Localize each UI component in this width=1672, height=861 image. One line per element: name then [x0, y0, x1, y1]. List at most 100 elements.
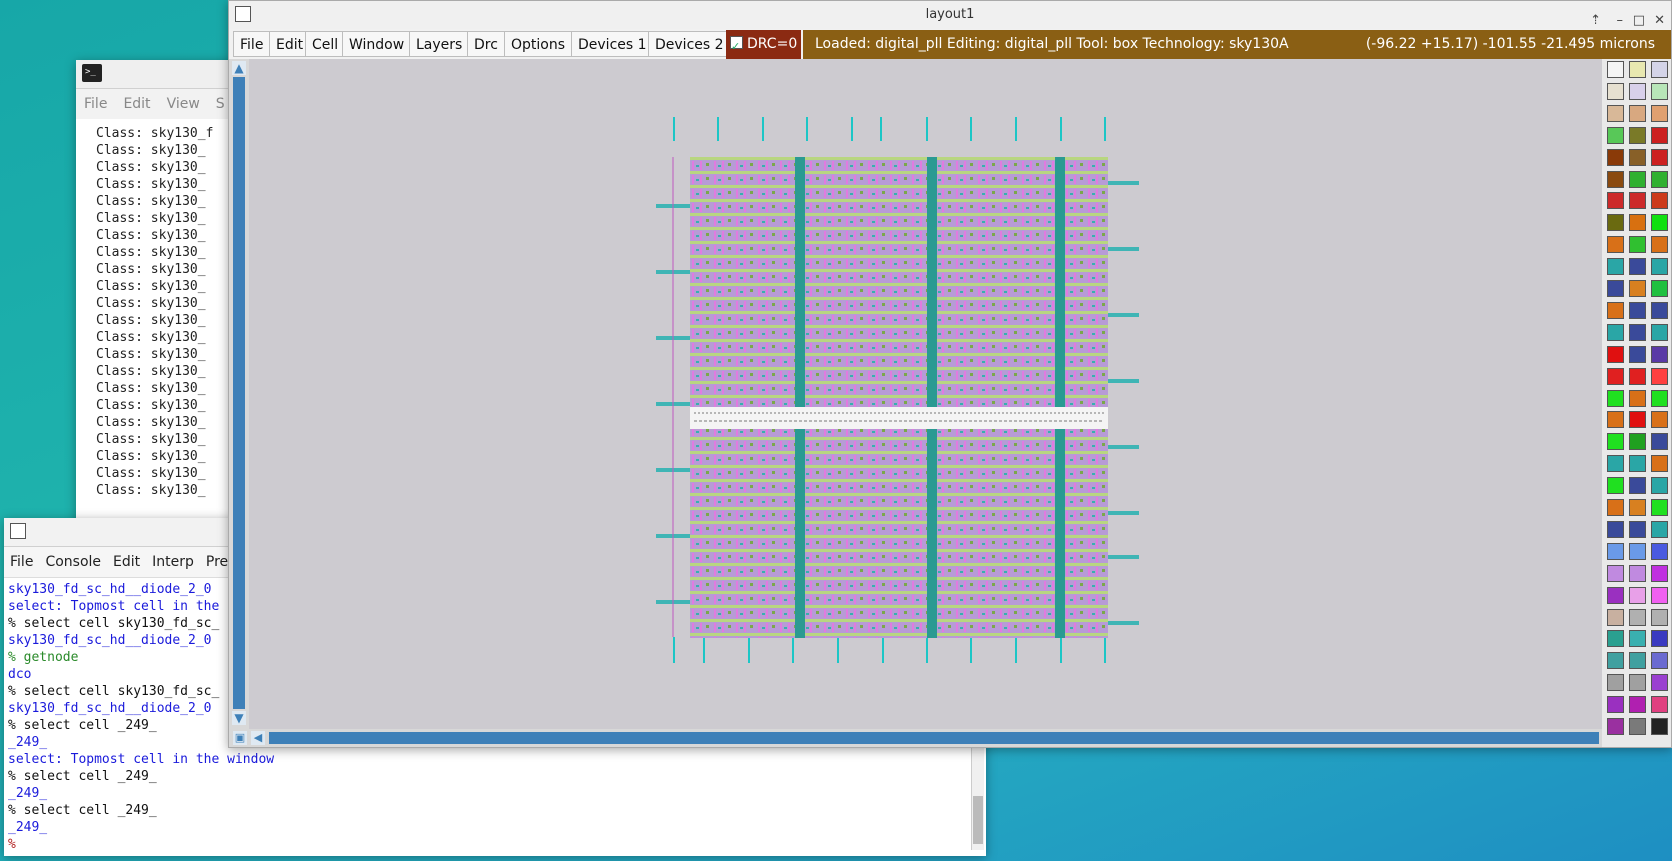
layer-swatch[interactable]: [1651, 214, 1668, 232]
layer-swatch[interactable]: [1607, 411, 1624, 429]
layer-swatch[interactable]: [1607, 477, 1624, 495]
layer-swatch[interactable]: [1629, 718, 1646, 735]
layer-swatch[interactable]: [1629, 630, 1646, 648]
layer-swatch[interactable]: [1607, 542, 1624, 560]
layer-swatch[interactable]: [1629, 542, 1646, 560]
scroll-up-icon[interactable]: ▲: [232, 61, 246, 75]
layer-swatch[interactable]: [1607, 652, 1624, 670]
layer-swatch[interactable]: [1651, 499, 1668, 516]
layer-swatch[interactable]: [1607, 608, 1624, 626]
layer-swatch[interactable]: [1629, 499, 1646, 516]
layer-swatch[interactable]: [1607, 520, 1624, 538]
menu-layers[interactable]: Layers: [409, 31, 470, 57]
layer-swatch[interactable]: [1629, 104, 1646, 122]
layer-swatch[interactable]: [1651, 389, 1668, 407]
drc-checkbox[interactable]: [730, 32, 743, 61]
layer-swatch[interactable]: [1607, 499, 1624, 516]
terminal-menu-view[interactable]: View: [159, 96, 208, 112]
layer-swatch[interactable]: [1629, 520, 1646, 538]
console-menu-console[interactable]: Console: [39, 554, 107, 570]
layer-swatch[interactable]: [1651, 258, 1668, 276]
menu-devices-2[interactable]: Devices 2: [648, 31, 731, 57]
console-menu-interp[interactable]: Interp: [146, 554, 200, 570]
layer-swatch[interactable]: [1651, 520, 1668, 538]
layer-swatch[interactable]: [1629, 433, 1646, 451]
horizontal-scroll-track[interactable]: [269, 732, 1599, 744]
layer-swatch[interactable]: [1651, 542, 1668, 560]
layer-swatch[interactable]: [1607, 61, 1624, 78]
layer-swatch[interactable]: [1629, 696, 1646, 714]
console-menu-file[interactable]: File: [4, 554, 39, 570]
layer-swatch[interactable]: [1651, 82, 1668, 100]
layer-swatch[interactable]: [1651, 696, 1668, 714]
layer-swatch[interactable]: [1629, 608, 1646, 626]
vertical-scrollbar[interactable]: ▲ ▼: [229, 59, 249, 729]
layer-swatch[interactable]: [1651, 104, 1668, 122]
layer-swatch[interactable]: [1629, 323, 1646, 341]
layer-swatch[interactable]: [1651, 170, 1668, 188]
menu-edit[interactable]: Edit: [269, 31, 311, 57]
menu-file[interactable]: File: [233, 31, 271, 57]
layer-swatch[interactable]: [1607, 718, 1624, 735]
horizontal-scrollbar[interactable]: ▣ ◀ ▶: [229, 729, 1622, 747]
layer-swatch[interactable]: [1651, 323, 1668, 341]
layer-swatch[interactable]: [1651, 345, 1668, 363]
layer-swatch[interactable]: [1607, 696, 1624, 714]
layer-swatch[interactable]: [1607, 170, 1624, 188]
menu-options[interactable]: Options: [504, 31, 573, 57]
layer-swatch[interactable]: [1651, 674, 1668, 692]
layer-swatch[interactable]: [1607, 148, 1624, 166]
layer-swatch[interactable]: [1651, 280, 1668, 297]
layer-swatch[interactable]: [1651, 411, 1668, 429]
layer-swatch[interactable]: [1629, 389, 1646, 407]
layer-swatch[interactable]: [1607, 323, 1624, 341]
layer-swatch[interactable]: [1629, 367, 1646, 385]
layer-swatch[interactable]: [1607, 214, 1624, 232]
layer-swatch[interactable]: [1629, 477, 1646, 495]
layer-swatch[interactable]: [1651, 301, 1668, 319]
layer-swatch[interactable]: [1651, 477, 1668, 495]
layer-swatch[interactable]: [1651, 455, 1668, 473]
layer-swatch[interactable]: [1629, 674, 1646, 692]
layout-canvas[interactable]: [249, 59, 1622, 729]
layer-swatch[interactable]: [1629, 126, 1646, 144]
layer-swatch[interactable]: [1629, 280, 1646, 297]
layer-swatch[interactable]: [1629, 652, 1646, 670]
layer-swatch[interactable]: [1607, 258, 1624, 276]
layer-swatch[interactable]: [1651, 236, 1668, 254]
layer-swatch[interactable]: [1651, 564, 1668, 582]
menu-window[interactable]: Window: [342, 31, 412, 57]
menu-devices-1[interactable]: Devices 1: [571, 31, 654, 57]
console-menu-edit[interactable]: Edit: [107, 554, 146, 570]
layer-swatch[interactable]: [1651, 608, 1668, 626]
layer-swatch[interactable]: [1651, 367, 1668, 385]
layer-swatch[interactable]: [1651, 586, 1668, 604]
layer-swatch[interactable]: [1607, 345, 1624, 363]
layer-swatch[interactable]: [1629, 61, 1646, 78]
layer-swatch[interactable]: [1629, 586, 1646, 604]
layer-swatch[interactable]: [1629, 170, 1646, 188]
layer-swatch[interactable]: [1607, 280, 1624, 297]
scroll-left-icon[interactable]: ◀: [251, 731, 265, 745]
layer-swatch[interactable]: [1629, 455, 1646, 473]
layer-swatch[interactable]: [1607, 104, 1624, 122]
layer-swatch[interactable]: [1607, 82, 1624, 100]
layer-swatch[interactable]: [1629, 236, 1646, 254]
layer-swatch[interactable]: [1607, 674, 1624, 692]
scroll-down-icon[interactable]: ▼: [232, 711, 246, 725]
layer-swatch[interactable]: [1607, 389, 1624, 407]
layer-swatch[interactable]: [1651, 433, 1668, 451]
layout-titlebar[interactable]: layout1 ⇡ – □ ✕: [229, 1, 1671, 30]
layer-swatch[interactable]: [1651, 630, 1668, 648]
layer-swatch[interactable]: [1607, 455, 1624, 473]
terminal-menu-edit[interactable]: Edit: [115, 96, 158, 112]
layer-swatch[interactable]: [1651, 148, 1668, 166]
layer-swatch[interactable]: [1629, 301, 1646, 319]
layer-swatch[interactable]: [1651, 652, 1668, 670]
menu-cell[interactable]: Cell: [305, 31, 346, 57]
layer-swatch[interactable]: [1607, 236, 1624, 254]
layer-swatch[interactable]: [1651, 61, 1668, 78]
layer-swatch[interactable]: [1651, 718, 1668, 735]
layer-swatch[interactable]: [1629, 411, 1646, 429]
layer-swatch[interactable]: [1629, 82, 1646, 100]
